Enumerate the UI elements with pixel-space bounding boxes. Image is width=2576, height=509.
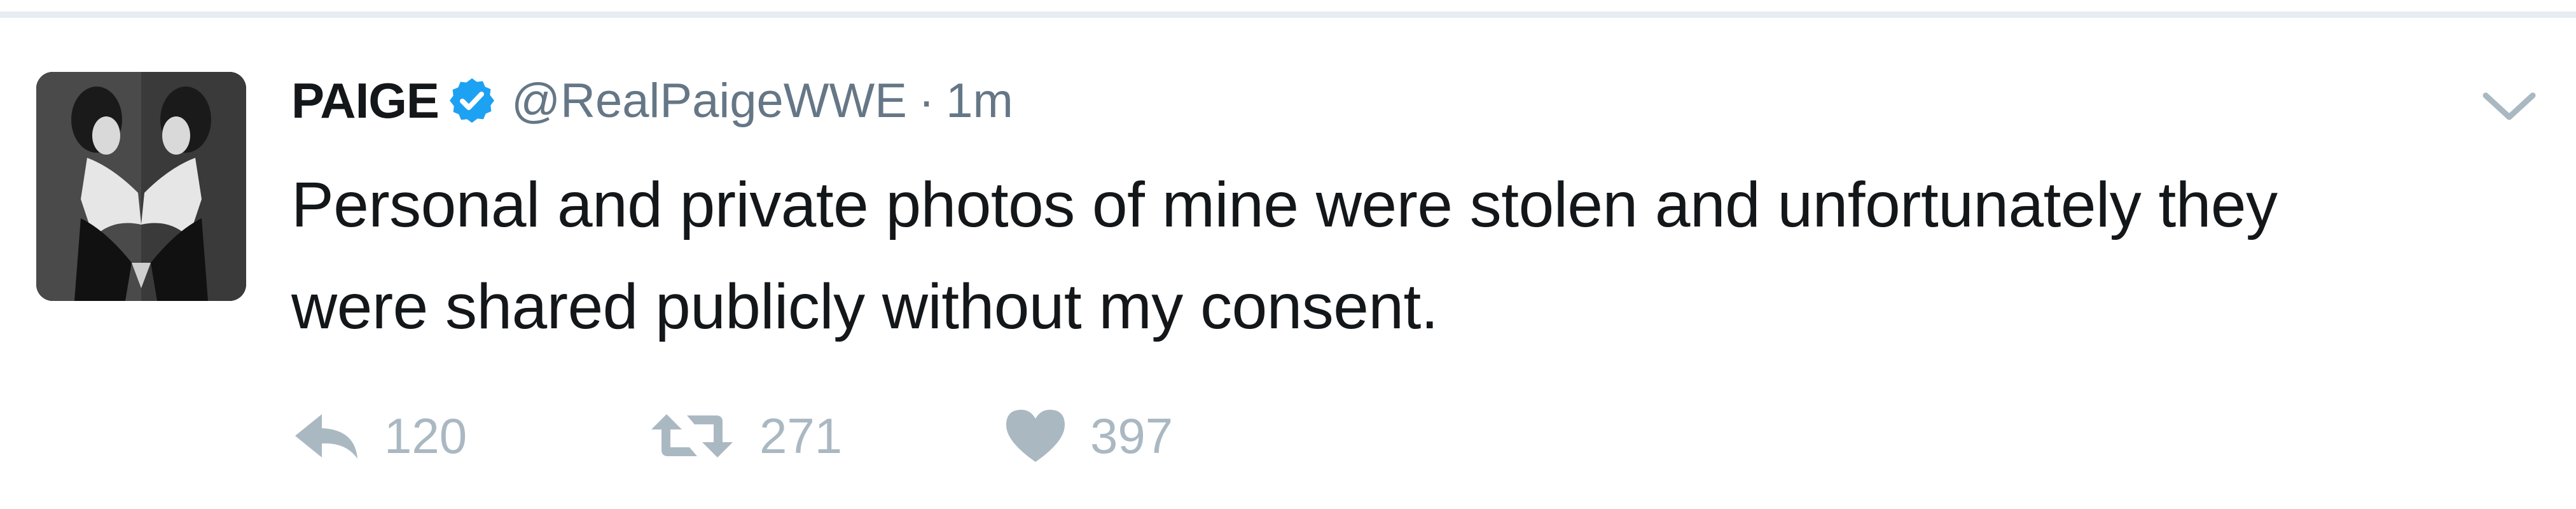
- like-button[interactable]: 397: [1004, 404, 1258, 468]
- verified-badge-icon: [447, 75, 497, 126]
- like-count: 397: [1090, 407, 1174, 464]
- avatar-photo: [36, 72, 246, 301]
- header-separator: ·: [918, 73, 935, 128]
- display-name[interactable]: PAIGE: [291, 72, 440, 130]
- tweet-text-line: were shared publicly without my consent.: [291, 271, 1439, 342]
- avatar[interactable]: [36, 72, 246, 301]
- tweet-header: PAIGE @RealPaigeWWE · 1m: [291, 66, 1013, 136]
- heart-icon: [1006, 410, 1065, 462]
- retweet-icon: [651, 414, 733, 457]
- reply-count: 120: [384, 407, 467, 464]
- timestamp[interactable]: 1m: [946, 73, 1013, 129]
- top-divider: [0, 11, 2576, 18]
- reply-arrow-icon: [295, 414, 357, 459]
- tweet-actions: 120 271 397: [291, 404, 1258, 468]
- tweet-text-line: Personal and private photos of mine were…: [291, 169, 2278, 241]
- user-handle[interactable]: @RealPaigeWWE: [511, 73, 907, 129]
- retweet-count: 271: [759, 407, 843, 464]
- tweet-text: Personal and private photos of mine were…: [291, 154, 2556, 358]
- tweet-card: PAIGE @RealPaigeWWE · 1m Personal and pr…: [0, 19, 2576, 509]
- chevron-down-icon[interactable]: [2481, 88, 2538, 126]
- retweet-button[interactable]: 271: [647, 404, 1004, 468]
- reply-button[interactable]: 120: [291, 404, 647, 468]
